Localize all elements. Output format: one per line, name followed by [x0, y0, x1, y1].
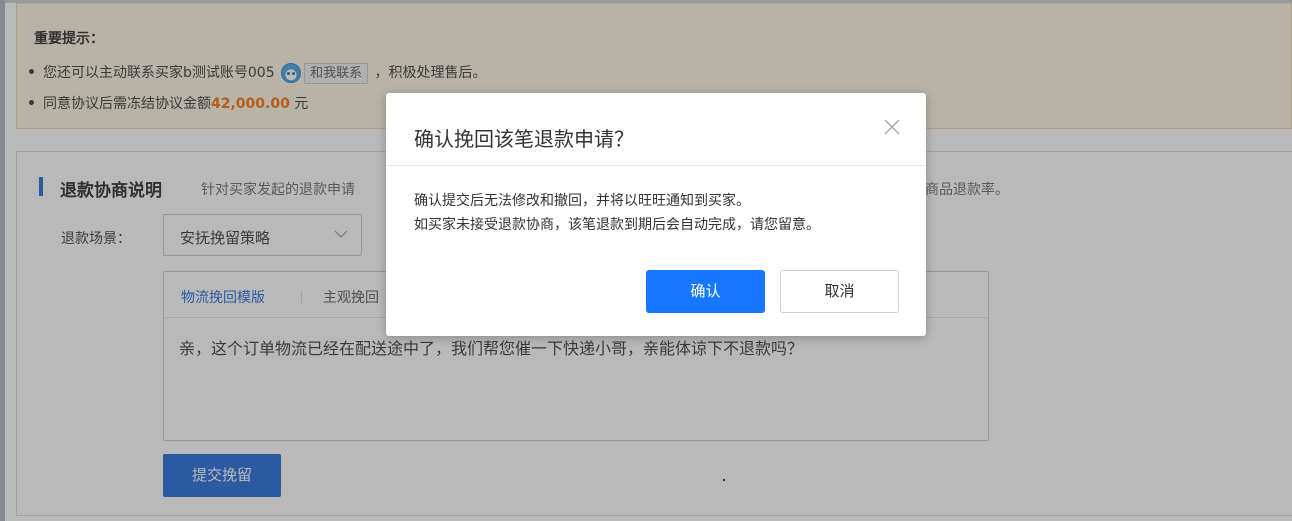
- dialog-header: 确认挽回该笔退款申请？: [386, 93, 926, 166]
- confirm-button[interactable]: 确认: [646, 270, 765, 313]
- dialog-body: 确认提交后无法修改和撤回，并将以旺旺通知到买家。 如买家未接受退款协商，该笔退款…: [414, 189, 820, 237]
- cancel-button[interactable]: 取消: [780, 270, 899, 313]
- dialog-line-2: 如买家未接受退款协商，该笔退款到期后会自动完成，请您留意。: [414, 217, 820, 233]
- dialog-line-1: 确认提交后无法修改和撤回，并将以旺旺通知到买家。: [414, 193, 750, 209]
- confirm-dialog: 确认挽回该笔退款申请？ 确认提交后无法修改和撤回，并将以旺旺通知到买家。 如买家…: [386, 93, 926, 336]
- close-icon[interactable]: [882, 117, 902, 137]
- dialog-title: 确认挽回该笔退款申请？: [414, 127, 634, 151]
